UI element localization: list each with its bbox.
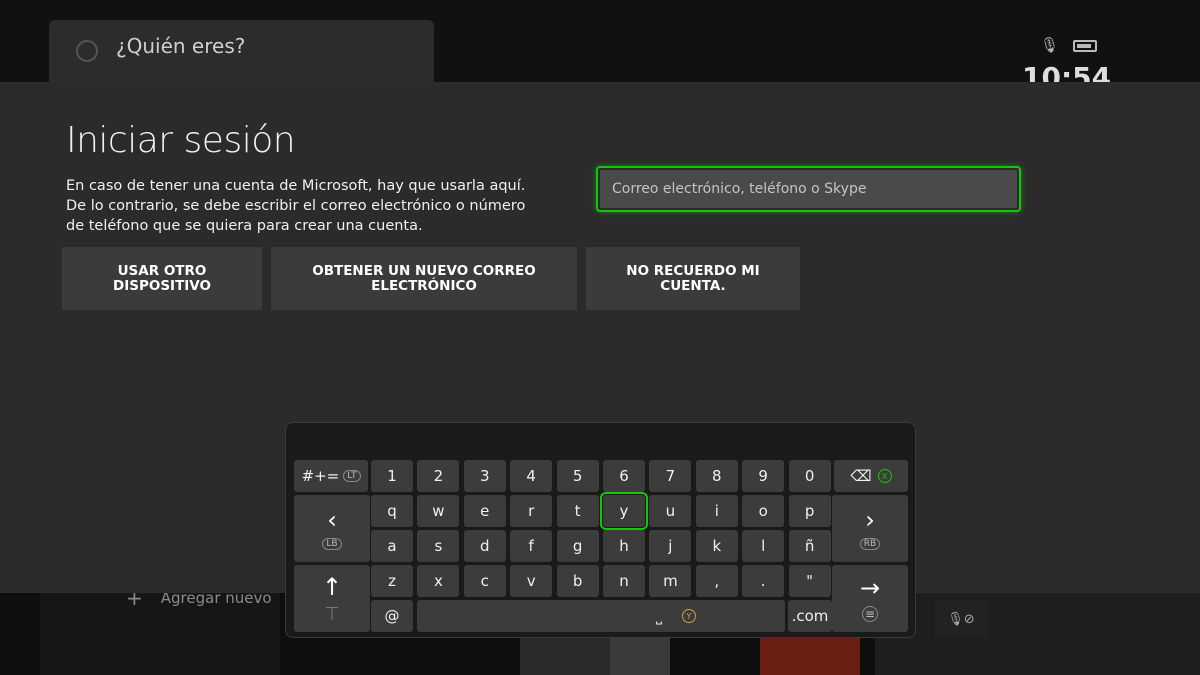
key-number-row-0[interactable]: 1	[371, 460, 413, 492]
lb-bumper-icon: LB	[322, 537, 342, 550]
key-number-row-6[interactable]: 7	[649, 460, 692, 492]
key-number-row-8[interactable]: 9	[742, 460, 785, 492]
clock: 10:54	[1022, 64, 1112, 82]
status-bar: 🎙	[1040, 36, 1098, 54]
y-button-icon: Y	[682, 609, 696, 623]
arrow-up-icon: ↑	[321, 573, 343, 601]
key-number-row-2[interactable]: 3	[463, 460, 506, 492]
key-row-z-7[interactable]: ,	[695, 565, 738, 597]
key-row-q-5[interactable]: y	[600, 492, 648, 530]
chevron-right-icon: ›	[865, 505, 875, 534]
signin-title: Iniciar sesión	[66, 120, 296, 161]
key-number-row-7[interactable]: 8	[695, 460, 738, 492]
background-tile	[875, 593, 1200, 675]
enter-key[interactable]: → ≡	[832, 565, 908, 632]
x-button-icon: X	[877, 469, 892, 483]
battery-icon	[1073, 39, 1098, 52]
key-row-q-4[interactable]: t	[556, 495, 599, 527]
key-row-a-5[interactable]: h	[603, 530, 645, 562]
key-row-a-9[interactable]: ñ	[788, 530, 831, 562]
xbox-logo-icon	[76, 40, 98, 62]
key-row-z-0[interactable]: z	[371, 565, 413, 597]
key-row-z-8[interactable]: .	[742, 565, 785, 597]
email-field-focus-ring	[596, 166, 1021, 212]
key-row-a-1[interactable]: s	[417, 530, 460, 562]
key-number-row-3[interactable]: 4	[510, 460, 553, 492]
key-row-a-8[interactable]: l	[742, 530, 785, 562]
key-row-a-6[interactable]: j	[649, 530, 692, 562]
key-row-q-7[interactable]: i	[695, 495, 738, 527]
at-key[interactable]: @	[371, 600, 413, 632]
key-row-q-2[interactable]: e	[463, 495, 506, 527]
mic-party-indicator: 🎙⊘	[935, 600, 987, 638]
symbols-key-label: #+=	[301, 467, 340, 485]
forgot-account-button[interactable]: NO RECUERDO MI CUENTA.	[586, 247, 800, 310]
key-row-z-9[interactable]: "	[788, 565, 831, 597]
backspace-key[interactable]: ⌫ X	[834, 460, 908, 492]
cursor-left-key[interactable]: ‹ LB	[294, 495, 370, 562]
on-screen-keyboard: #+= LT ⌫ X ‹ LB › RB ↑ ⏉ → ≡ @ ⎵ Y .com …	[285, 422, 916, 638]
key-row-a-2[interactable]: d	[463, 530, 506, 562]
menu-button-icon: ≡	[862, 605, 878, 622]
key-row-z-1[interactable]: x	[417, 565, 460, 597]
key-row-z-5[interactable]: n	[603, 565, 645, 597]
key-number-row-9[interactable]: 0	[788, 460, 831, 492]
key-row-q-6[interactable]: u	[649, 495, 692, 527]
lt-trigger-icon: LT	[343, 470, 361, 482]
email-input[interactable]	[600, 170, 1017, 208]
key-row-q-8[interactable]: o	[742, 495, 785, 527]
shift-key[interactable]: ↑ ⏉	[294, 565, 370, 632]
mic-off-icon: 🎙	[1040, 36, 1060, 54]
symbols-key[interactable]: #+= LT	[294, 460, 368, 492]
signin-description: En caso de tener una cuenta de Microsoft…	[66, 178, 526, 234]
key-row-z-3[interactable]: v	[510, 565, 553, 597]
key-number-row-5[interactable]: 6	[603, 460, 645, 492]
rb-bumper-icon: RB	[859, 537, 881, 550]
key-row-a-0[interactable]: a	[371, 530, 413, 562]
use-other-device-button[interactable]: USAR OTRO DISPOSITIVO	[62, 247, 262, 310]
key-number-row-1[interactable]: 2	[417, 460, 460, 492]
key-row-a-3[interactable]: f	[510, 530, 553, 562]
who-are-you-title: ¿Quién eres?	[116, 34, 246, 58]
key-row-z-6[interactable]: m	[649, 565, 692, 597]
chevron-left-icon: ‹	[327, 505, 337, 534]
key-row-q-3[interactable]: r	[510, 495, 553, 527]
backspace-icon: ⌫	[850, 467, 872, 485]
cursor-right-key[interactable]: › RB	[832, 495, 908, 562]
key-row-a-7[interactable]: k	[695, 530, 738, 562]
arrow-right-icon: →	[859, 573, 881, 602]
key-row-z-4[interactable]: b	[556, 565, 599, 597]
key-row-z-2[interactable]: c	[463, 565, 506, 597]
key-row-q-1[interactable]: w	[417, 495, 460, 527]
keyboard-preview-strip	[294, 429, 907, 455]
key-row-q-9[interactable]: p	[788, 495, 831, 527]
space-icon: ⎵	[655, 607, 662, 625]
get-new-email-button[interactable]: OBTENER UN NUEVO CORREO ELECTRÓNICO	[271, 247, 577, 310]
key-row-q-0[interactable]: q	[371, 495, 413, 527]
mic-off-icon: 🎙⊘	[947, 611, 975, 627]
dotcom-key[interactable]: .com	[788, 600, 832, 632]
key-row-a-4[interactable]: g	[556, 530, 599, 562]
space-key[interactable]: ⎵ Y	[417, 600, 785, 632]
key-number-row-4[interactable]: 5	[556, 460, 599, 492]
left-stick-icon: ⏉	[325, 607, 338, 621]
